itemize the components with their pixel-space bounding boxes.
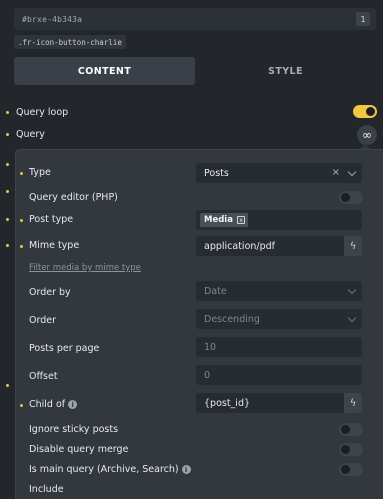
main-query-toggle[interactable] — [339, 463, 363, 476]
order-row: Order Descending — [16, 309, 383, 335]
child-of-value[interactable]: {post_id} — [196, 393, 344, 413]
order-placeholder: Descending — [204, 313, 260, 325]
query-loop-label: Query loop — [16, 106, 69, 118]
query-loop-row: Query loop — [0, 101, 383, 123]
mime-type-row: Mime type application/pdf ϟ — [16, 234, 383, 260]
order-select[interactable]: Descending — [196, 309, 362, 329]
ignore-sticky-label: Ignore sticky posts — [29, 424, 119, 435]
setting-indicator-dot — [6, 190, 9, 193]
css-class-chip[interactable]: .fr-icon-button-charlie — [14, 35, 126, 49]
order-by-placeholder: Date — [204, 285, 227, 297]
posts-per-page-placeholder: 10 — [204, 341, 217, 353]
query-loop-toggle[interactable] — [353, 105, 377, 118]
setting-indicator-dot — [6, 218, 9, 221]
order-by-select[interactable]: Date — [196, 281, 362, 301]
child-of-input[interactable]: {post_id} ϟ — [196, 393, 362, 413]
type-value: Posts — [204, 167, 229, 179]
order-by-row: Order by Date — [16, 281, 383, 307]
disable-merge-toggle[interactable] — [339, 443, 363, 456]
post-type-tag-label: Media — [204, 215, 233, 225]
offset-placeholder: 0 — [204, 369, 211, 381]
order-by-label: Order by — [29, 287, 71, 298]
setting-indicator-dot — [20, 219, 23, 222]
query-label: Query — [16, 128, 45, 140]
chevron-down-icon — [347, 313, 357, 323]
child-of-row: Child of i {post_id} ϟ — [16, 393, 383, 419]
chevron-down-icon — [347, 285, 357, 295]
posts-per-page-label: Posts per page — [29, 343, 100, 354]
type-row: Type Posts × — [16, 161, 383, 187]
remove-tag-icon[interactable]: x — [236, 216, 245, 224]
order-label: Order — [29, 315, 56, 326]
infinity-icon[interactable]: ∞ — [357, 125, 377, 145]
tab-style[interactable]: STYLE — [195, 57, 376, 85]
posts-per-page-input[interactable]: 10 — [196, 337, 362, 357]
setting-indicator-dot — [6, 244, 9, 247]
main-query-label: Is main query (Archive, Search) — [29, 464, 179, 475]
include-row: Include — [16, 478, 383, 499]
info-icon[interactable]: i — [181, 465, 191, 474]
query-row: Query — [0, 123, 383, 145]
offset-label: Offset — [29, 371, 58, 382]
info-icon[interactable]: i — [68, 400, 78, 409]
query-editor-label: Query editor (PHP) — [29, 192, 118, 203]
post-type-row: Post type Media x — [16, 208, 383, 234]
element-id-bar[interactable]: #brxe-4b343a 1 — [14, 8, 376, 30]
post-type-tag: Media x — [200, 213, 248, 227]
panel-tabs: CONTENT STYLE — [14, 57, 376, 85]
element-count-badge[interactable]: 1 — [356, 12, 370, 26]
offset-row: Offset 0 — [16, 365, 383, 391]
query-settings-popup: Type Posts × Query editor (PHP) Post typ… — [16, 150, 383, 499]
setting-indicator-dot — [20, 245, 23, 248]
mime-type-label: Mime type — [29, 240, 80, 251]
ignore-sticky-toggle[interactable] — [339, 423, 363, 436]
posts-per-page-row: Posts per page 10 — [16, 337, 383, 363]
child-of-label: Child of — [29, 399, 66, 410]
setting-indicator-dot — [6, 133, 9, 136]
main-query-label-wrap: Is main query (Archive, Search) i — [29, 464, 191, 475]
post-type-label: Post type — [29, 214, 74, 225]
element-id: #brxe-4b343a — [22, 14, 83, 24]
mime-type-help-link[interactable]: Filter media by mime type — [29, 263, 141, 273]
query-editor-toggle[interactable] — [339, 191, 363, 204]
mime-type-input[interactable]: application/pdf ϟ — [196, 236, 362, 256]
setting-indicator-dot — [6, 111, 9, 114]
type-label: Type — [29, 167, 51, 178]
setting-indicator-dot — [6, 384, 9, 387]
chevron-down-icon — [347, 167, 357, 177]
dynamic-data-icon[interactable]: ϟ — [344, 393, 362, 413]
tab-content[interactable]: CONTENT — [14, 57, 195, 85]
disable-merge-label: Disable query merge — [29, 444, 129, 455]
child-of-label-wrap: Child of i — [29, 399, 78, 410]
mime-type-value[interactable]: application/pdf — [196, 236, 344, 256]
setting-indicator-dot — [20, 172, 23, 175]
include-label: Include — [29, 484, 64, 495]
post-type-select[interactable]: Media x — [196, 210, 362, 230]
offset-input[interactable]: 0 — [196, 365, 362, 385]
clear-icon[interactable]: × — [332, 167, 340, 178]
type-select[interactable]: Posts × — [196, 163, 362, 183]
dynamic-data-icon[interactable]: ϟ — [344, 236, 362, 256]
setting-indicator-dot — [20, 404, 23, 407]
setting-indicator-dot — [6, 163, 9, 166]
